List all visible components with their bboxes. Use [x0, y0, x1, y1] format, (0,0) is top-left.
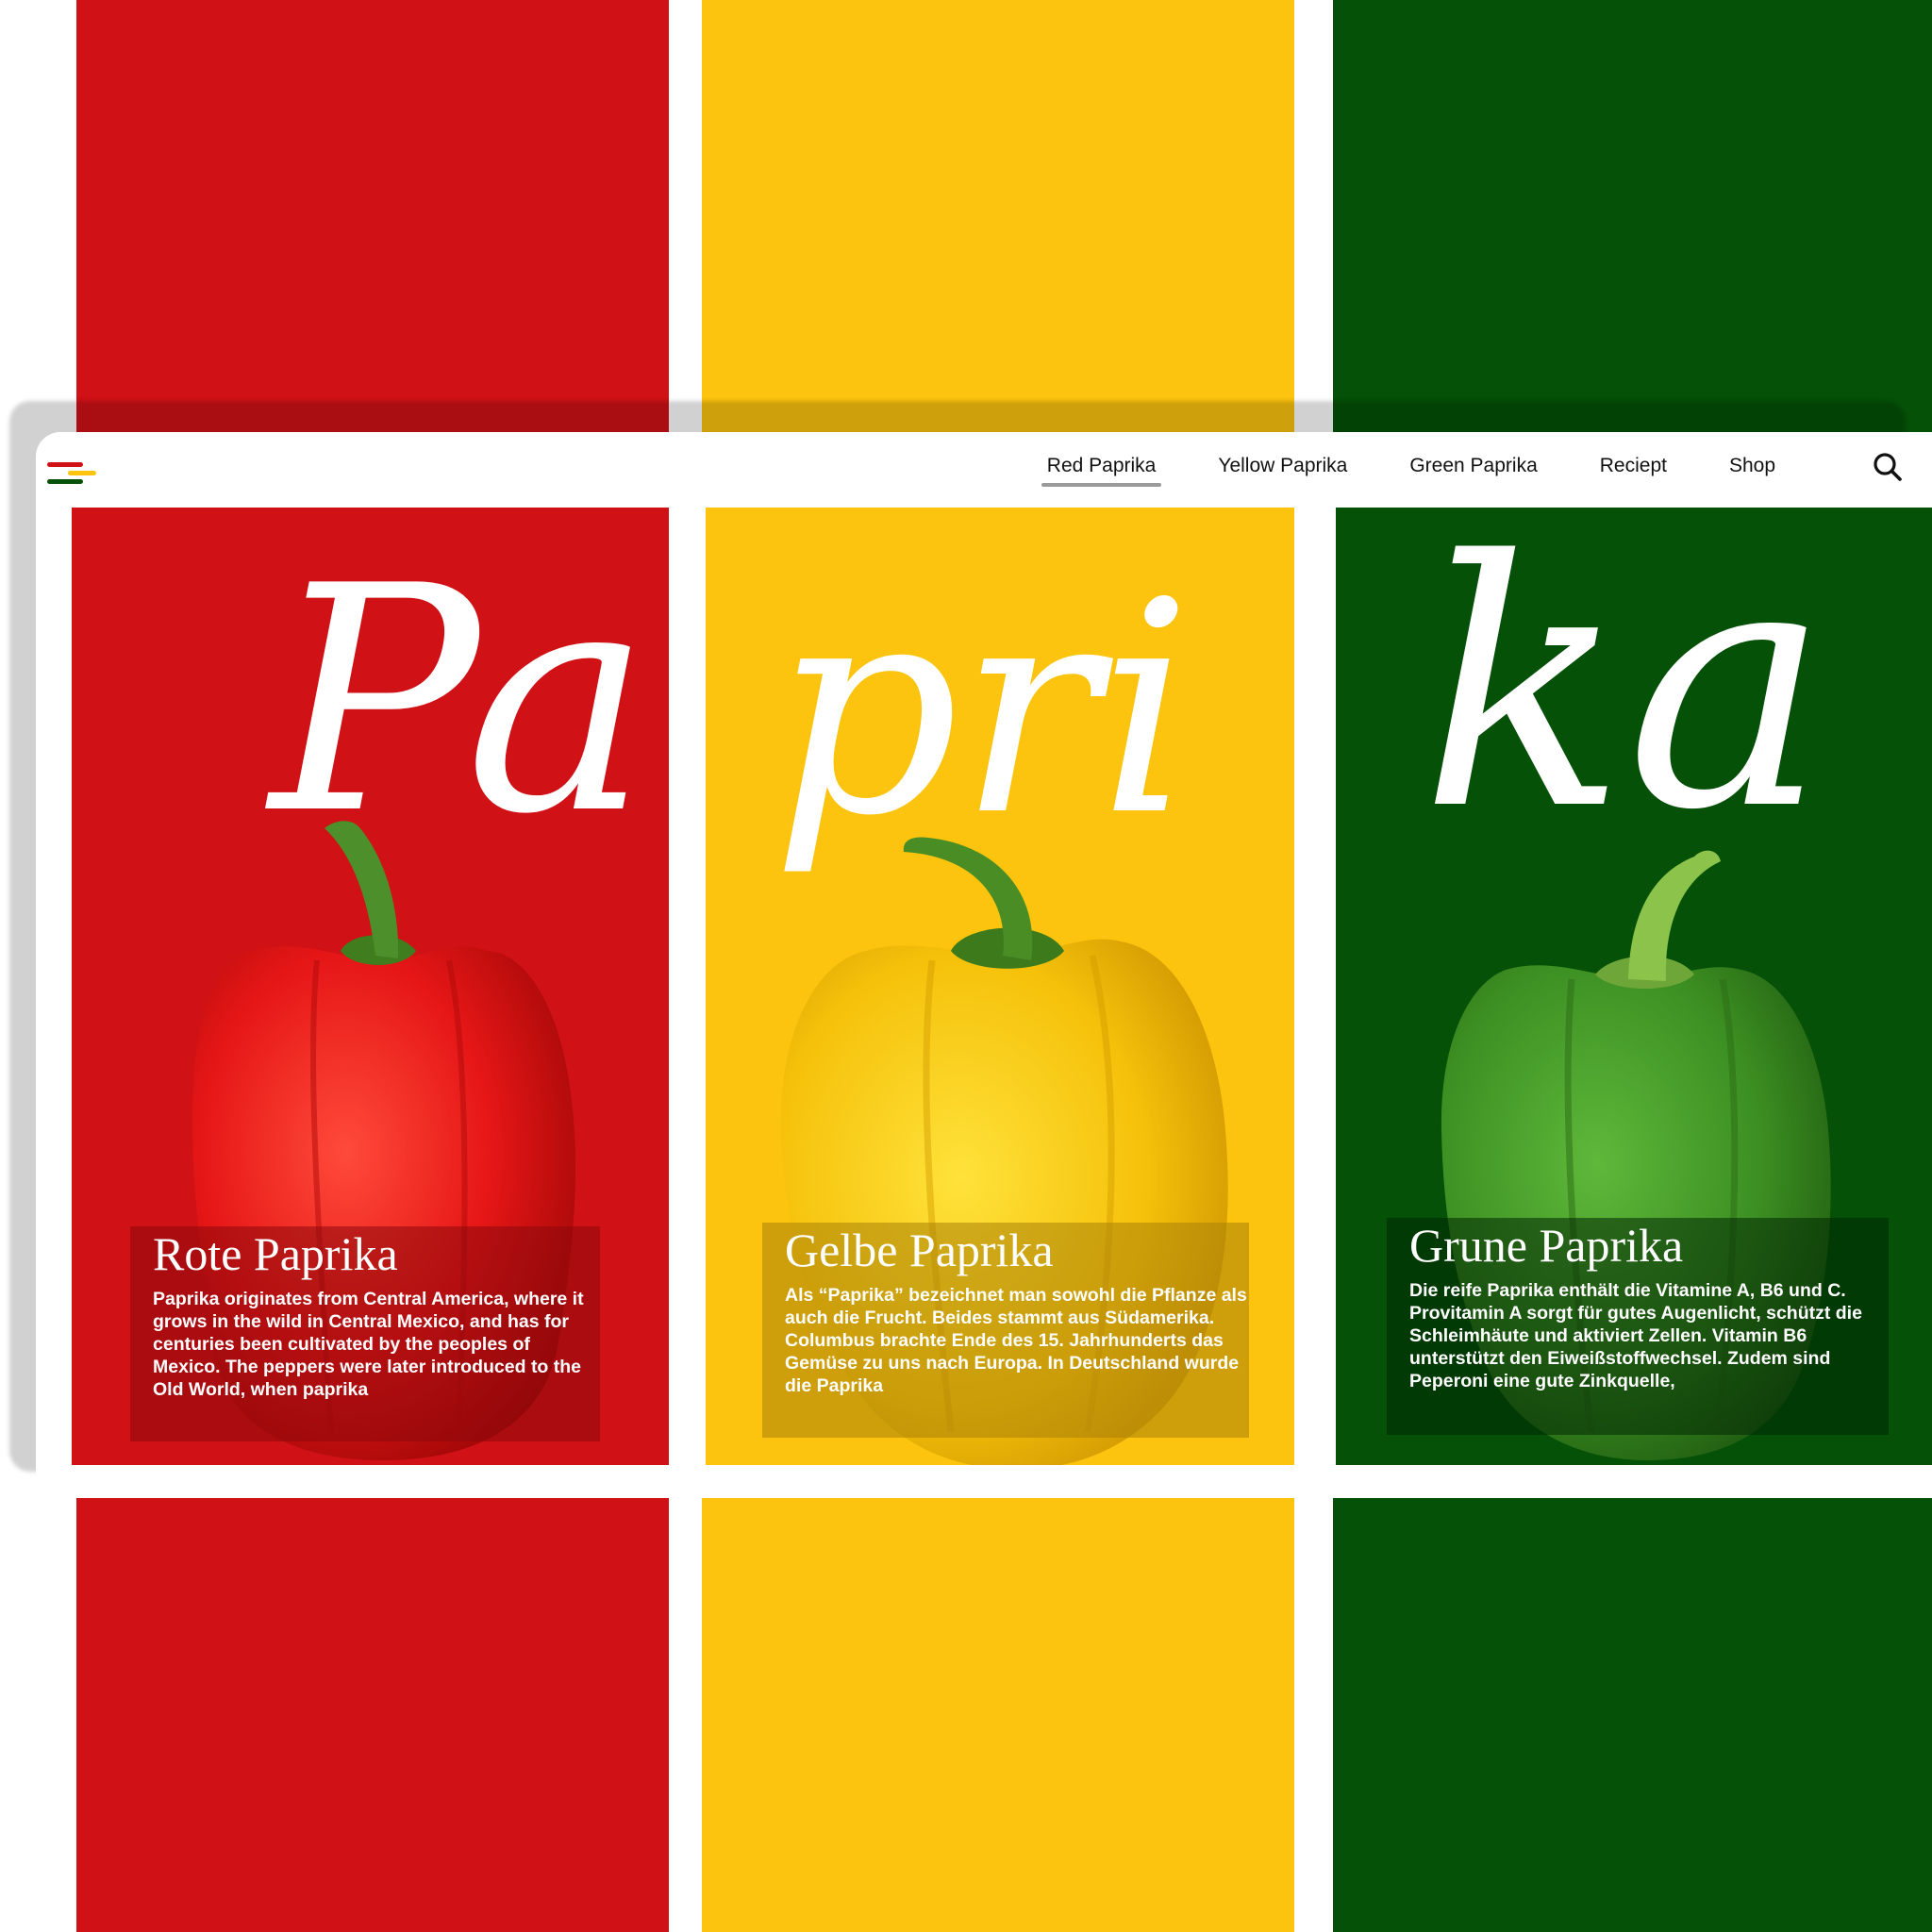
panel-red: Pa Rote Paprika Paprika originates from …: [72, 508, 669, 1465]
tricolor-menu-icon[interactable]: [47, 455, 100, 489]
main-nav: Red Paprika Yellow Paprika Green Paprika…: [1041, 453, 1781, 487]
info-box-red: Rote Paprika Paprika originates from Cen…: [130, 1226, 600, 1441]
search-icon[interactable]: [1872, 451, 1904, 483]
info-box-yellow: Gelbe Paprika Als “Paprika” bezeichnet m…: [762, 1223, 1249, 1438]
nav-reciept[interactable]: Reciept: [1594, 453, 1673, 485]
panel-title: Grune Paprika: [1409, 1219, 1684, 1272]
panel-green: ka Grune Paprika Die reife Paprika enthä…: [1336, 508, 1932, 1465]
panel-title: Gelbe Paprika: [785, 1224, 1054, 1276]
nav-red-paprika[interactable]: Red Paprika: [1041, 453, 1162, 487]
panel-description: Paprika originates from Central America,…: [153, 1289, 584, 1400]
nav-yellow-paprika[interactable]: Yellow Paprika: [1212, 453, 1353, 485]
panel-description: Als “Paprika” bezeichnet man sowohl die …: [785, 1285, 1247, 1396]
navbar: Red Paprika Yellow Paprika Green Paprika…: [36, 432, 1932, 508]
browser-window: Red Paprika Yellow Paprika Green Paprika…: [36, 432, 1932, 1498]
panel-description: Die reife Paprika enthält die Vitamine A…: [1409, 1280, 1862, 1391]
panel-heading-letters: ka: [1421, 508, 1829, 884]
nav-shop[interactable]: Shop: [1724, 453, 1781, 485]
info-box-green: Grune Paprika Die reife Paprika enthält …: [1387, 1218, 1889, 1435]
nav-green-paprika[interactable]: Green Paprika: [1404, 453, 1542, 485]
panel-heading-letters: pri: [772, 540, 1192, 880]
panel-heading-letters: Pa: [270, 520, 651, 882]
panel-yellow: pri Gelbe Paprika Als “Paprika” bezeichn…: [706, 508, 1294, 1465]
panel-title: Rote Paprika: [153, 1227, 398, 1280]
